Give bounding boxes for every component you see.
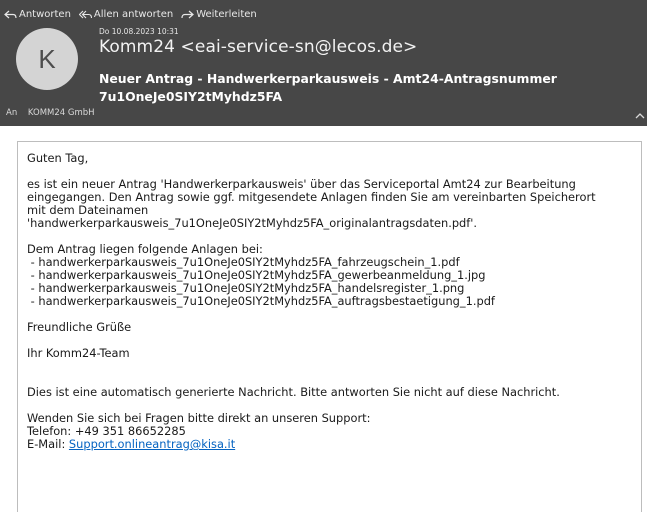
email-line: E-Mail: Support.onlineantrag@kisa.it (27, 438, 637, 451)
reply-all-icon (78, 10, 92, 18)
reply-all-label: Allen antworten (93, 8, 174, 20)
message-toolbar: Antworten Allen antworten Weiterleiten (4, 6, 265, 22)
message-subject: Neuer Antrag - Handwerkerparkausweis - A… (99, 71, 557, 104)
reply-label: Antworten (19, 8, 71, 20)
recipient-row: An KOMM24 GmbH (6, 108, 95, 118)
email-label: E-Mail: (27, 437, 69, 451)
forward-button[interactable]: Weiterleiten (181, 9, 257, 20)
reply-button[interactable]: Antworten (4, 9, 71, 20)
message-date: Do 10.08.2023 10:31 (99, 27, 179, 36)
forward-label: Weiterleiten (196, 8, 257, 20)
attachment-item: - handwerkerparkausweis_7u1OneJe0SIY2tMy… (27, 294, 495, 308)
chevron-up-icon[interactable] (635, 112, 645, 120)
greeting: Guten Tag, (27, 151, 89, 165)
body-line: 'handwerkerparkausweis_7u1OneJe0SIY2tMyh… (27, 216, 478, 230)
reply-icon (4, 10, 17, 18)
closing: Freundliche Grüße (27, 320, 132, 334)
sender[interactable]: Komm24 <eai-service-sn@lecos.de> (99, 37, 417, 57)
auto-notice: Dies ist eine automatisch generierte Nac… (27, 385, 560, 399)
message-header: Antworten Allen antworten Weiterleiten D… (0, 0, 647, 126)
avatar-initial: K (38, 43, 56, 74)
message-body: Guten Tag, es ist ein neuer Antrag 'Hand… (17, 141, 642, 512)
message-content: Guten Tag, es ist ein neuer Antrag 'Hand… (27, 152, 637, 451)
avatar: K (16, 28, 78, 90)
signature: Ihr Komm24-Team (27, 346, 130, 360)
recipient[interactable]: KOMM24 GmbH (28, 108, 95, 118)
forward-icon (181, 10, 195, 18)
support-email-link[interactable]: Support.onlineantrag@kisa.it (69, 437, 235, 451)
to-label: An (6, 108, 18, 118)
reply-all-button[interactable]: Allen antworten (78, 8, 174, 20)
